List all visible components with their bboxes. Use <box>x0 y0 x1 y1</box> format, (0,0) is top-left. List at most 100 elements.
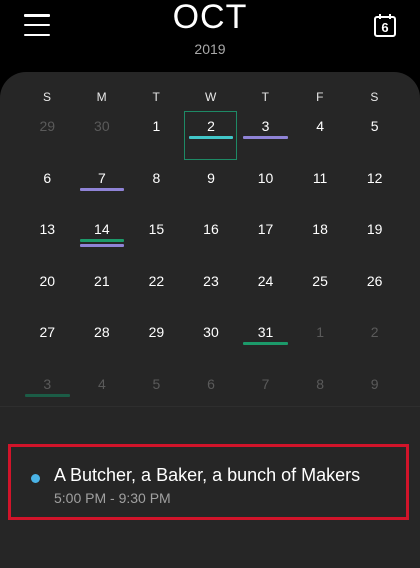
day-number: 13 <box>39 221 56 237</box>
day-cell[interactable]: 27 <box>20 316 75 368</box>
day-number: 5 <box>370 118 379 134</box>
day-number: 26 <box>366 272 383 289</box>
calendar-screen: OCT 2019 6 SMTWTFS 29 30 1 2 3 4 5 6 7 8 9 10 11 12 13… <box>0 0 420 568</box>
day-number: 1 <box>316 324 324 340</box>
event-indicators <box>188 136 234 139</box>
day-cell[interactable]: 3 <box>238 110 293 162</box>
weekday-label: S <box>43 90 52 104</box>
day-cell[interactable]: 30 <box>75 110 130 162</box>
day-number: 21 <box>94 272 110 289</box>
day-number: 7 <box>261 375 270 392</box>
day-number: 25 <box>312 272 328 289</box>
day-number: 29 <box>148 324 165 340</box>
day-cell[interactable]: 25 <box>293 265 348 317</box>
day-number: 17 <box>257 221 274 237</box>
day-number: 19 <box>366 221 383 237</box>
day-cell[interactable]: 21 <box>75 265 130 317</box>
header: OCT 2019 6 <box>0 0 420 72</box>
event-indicators <box>25 393 70 397</box>
day-cell[interactable]: 18 <box>293 213 348 265</box>
day-cell[interactable]: 30 <box>184 316 239 368</box>
day-cell[interactable]: 15 <box>129 213 184 265</box>
day-cell[interactable]: 2 <box>347 316 402 368</box>
day-cell[interactable]: 5 <box>347 110 402 162</box>
day-number: 9 <box>207 169 215 186</box>
day-cell[interactable]: 8 <box>293 368 348 420</box>
weekday-label: T <box>261 90 270 104</box>
day-cell[interactable]: 10 <box>238 162 293 214</box>
month-day-grid: 29 30 1 2 3 4 5 6 7 8 9 10 11 12 13 14 15 16 17 18 19 20 21 22 2… <box>20 110 402 419</box>
event-indicator-bar <box>243 342 288 345</box>
day-cell[interactable]: 26 <box>347 265 402 317</box>
day-number: 11 <box>312 169 328 186</box>
weekday-label: S <box>370 90 379 104</box>
day-number: 30 <box>94 118 110 134</box>
day-cell[interactable]: 1 <box>293 316 348 368</box>
day-cell-selected[interactable]: 2 <box>183 110 239 162</box>
day-number: 29 <box>39 118 56 134</box>
day-cell[interactable]: 14 <box>75 213 130 265</box>
day-cell[interactable]: 11 <box>293 162 348 214</box>
event-indicator-bar <box>79 244 125 247</box>
day-number: 4 <box>316 118 324 134</box>
day-cell[interactable]: 8 <box>129 162 184 214</box>
event-indicator-bar <box>79 239 125 242</box>
event-item[interactable]: A Butcher, a Baker, a bunch of Makers 5:… <box>8 444 409 520</box>
day-cell[interactable]: 7 <box>75 162 130 214</box>
day-cell[interactable]: 4 <box>75 368 130 420</box>
day-cell[interactable]: 23 <box>184 265 239 317</box>
day-number: 14 <box>94 221 110 237</box>
day-cell[interactable]: 22 <box>129 265 184 317</box>
day-cell[interactable]: 24 <box>238 265 293 317</box>
day-number: 24 <box>257 272 274 289</box>
day-cell[interactable]: 6 <box>20 162 75 214</box>
day-cell[interactable]: 3 <box>20 368 75 420</box>
day-cell[interactable]: 17 <box>238 213 293 265</box>
day-number: 3 <box>43 375 52 392</box>
today-day-number: 6 <box>381 20 389 35</box>
day-number: 9 <box>370 375 379 392</box>
weekday-label: W <box>205 90 217 104</box>
event-indicator-bar <box>79 187 125 191</box>
day-number: 30 <box>203 324 219 340</box>
day-cell[interactable]: 9 <box>347 368 402 420</box>
event-title: A Butcher, a Baker, a bunch of Makers <box>54 465 361 485</box>
day-number: 20 <box>39 272 56 289</box>
day-cell[interactable]: 29 <box>20 110 75 162</box>
day-cell[interactable]: 12 <box>347 162 402 214</box>
event-indicators <box>243 342 288 345</box>
day-number: 12 <box>366 169 383 186</box>
weekday-label: M <box>96 90 108 104</box>
day-cell[interactable]: 4 <box>293 110 348 162</box>
weekday-header-row: SMTWTFS <box>20 90 402 104</box>
day-number: 5 <box>152 375 161 392</box>
event-indicators <box>79 187 125 191</box>
day-cell[interactable]: 1 <box>129 110 184 162</box>
day-cell[interactable]: 6 <box>184 368 239 420</box>
divider <box>0 406 420 407</box>
day-number: 8 <box>316 375 324 392</box>
day-number: 2 <box>370 324 379 340</box>
day-number: 6 <box>43 169 52 186</box>
day-cell[interactable]: 7 <box>238 368 293 420</box>
event-indicator-bar <box>243 136 288 139</box>
weekday-label: F <box>316 90 325 104</box>
event-color-dot <box>31 474 40 483</box>
day-cell[interactable]: 9 <box>184 162 239 214</box>
day-cell[interactable]: 13 <box>20 213 75 265</box>
month-title[interactable]: OCT <box>0 0 420 37</box>
day-cell[interactable]: 16 <box>184 213 239 265</box>
day-cell[interactable]: 19 <box>347 213 402 265</box>
calendar-today-icon[interactable]: 6 <box>372 12 398 38</box>
day-cell[interactable]: 29 <box>129 316 184 368</box>
day-cell[interactable]: 5 <box>129 368 184 420</box>
day-number: 23 <box>203 272 219 289</box>
day-number: 18 <box>312 221 328 237</box>
day-number: 6 <box>207 375 215 392</box>
day-number: 22 <box>148 272 165 289</box>
day-cell[interactable]: 20 <box>20 265 75 317</box>
day-number: 28 <box>94 324 110 340</box>
day-number: 4 <box>97 375 106 392</box>
day-cell[interactable]: 31 <box>238 316 293 368</box>
day-cell[interactable]: 28 <box>75 316 130 368</box>
